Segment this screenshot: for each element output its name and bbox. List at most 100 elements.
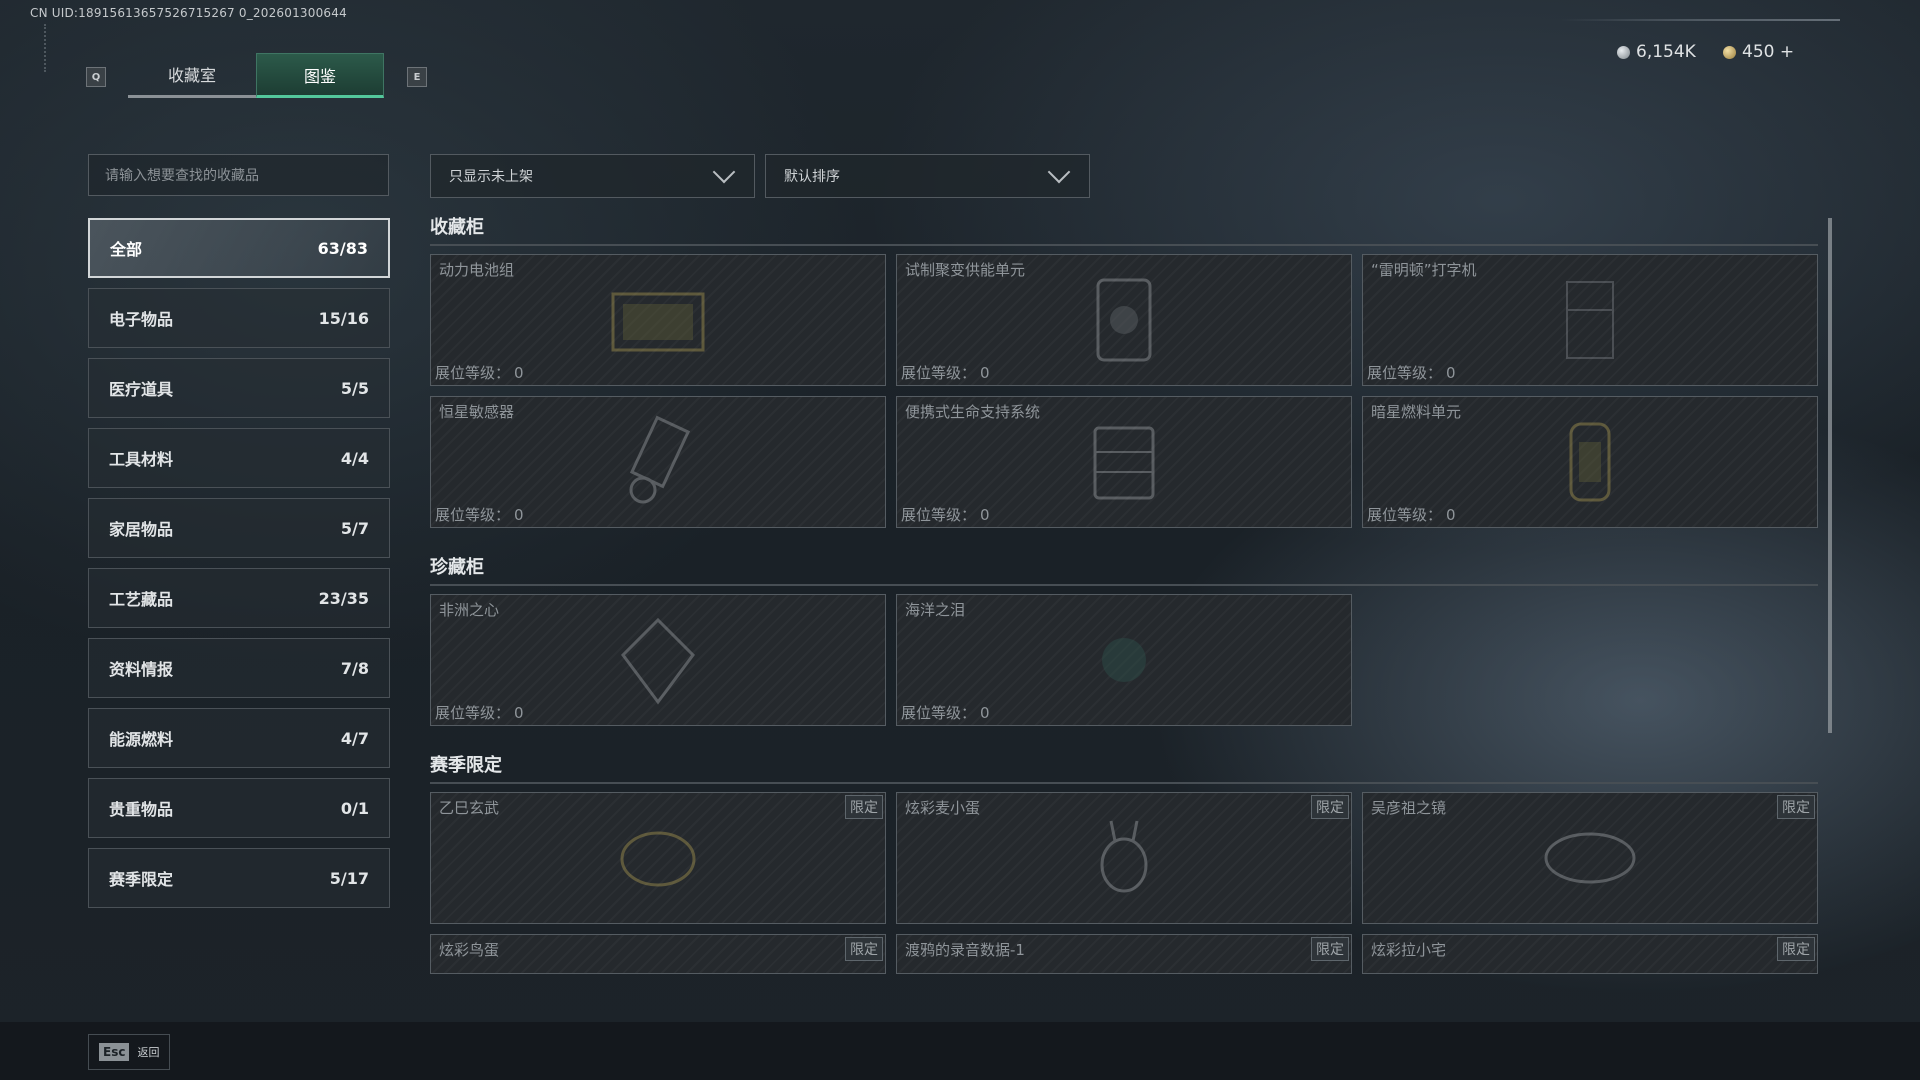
typewriter-icon: [1566, 281, 1614, 359]
item-card[interactable]: “雷明顿”打字机 展位等级： 0: [1362, 254, 1818, 386]
category-valuables[interactable]: 贵重物品 0/1: [88, 778, 390, 838]
item-card[interactable]: 海洋之泪 展位等级： 0: [896, 594, 1352, 726]
mirror-icon: [1544, 832, 1636, 884]
category-count: 7/8: [340, 658, 369, 678]
item-name: 恒星敏感器: [439, 403, 515, 421]
section-title: 赛季限定: [430, 752, 1818, 784]
category-label: 全部: [110, 240, 143, 259]
sort-dropdown-label: 默认排序: [784, 169, 840, 185]
category-count: 5/17: [329, 868, 369, 888]
category-label: 资料情报: [109, 660, 174, 679]
item-level-value: 0: [514, 364, 524, 382]
item-name: 乙巳玄武: [439, 799, 500, 817]
collection-content: 收藏柜 动力电池组 展位等级： 0 试制聚变供能单元 展位等级： 0 “雷明顿”打字…: [430, 214, 1820, 980]
treasure-grid: 非洲之心 展位等级： 0 海洋之泪 展位等级： 0: [430, 594, 1820, 726]
tab-collection-room[interactable]: 收藏室: [128, 53, 256, 98]
silver-coin-icon: [1617, 45, 1630, 59]
footer-bar: [0, 1022, 1920, 1080]
item-level-label: 展位等级：: [435, 704, 511, 722]
tab-prev-key-hint: Q: [86, 67, 106, 87]
item-card[interactable]: 非洲之心 展位等级： 0: [430, 594, 886, 726]
item-card[interactable]: 动力电池组 展位等级： 0: [430, 254, 886, 386]
category-label: 贵重物品: [109, 800, 174, 819]
item-level-value: 0: [1446, 506, 1456, 524]
item-card[interactable]: 便携式生命支持系统 展位等级： 0: [896, 396, 1352, 528]
category-label: 医疗道具: [109, 380, 174, 399]
tab-catalog[interactable]: 图鉴: [256, 53, 384, 98]
gem-icon: [1102, 638, 1146, 682]
section-title: 珍藏柜: [430, 554, 1818, 586]
item-name: 海洋之泪: [905, 601, 966, 619]
item-card[interactable]: 渡鸦的录音数据-1 限定: [896, 934, 1352, 974]
category-label: 工艺藏品: [109, 590, 174, 609]
category-intel[interactable]: 资料情报 7/8: [88, 638, 390, 698]
category-crafts[interactable]: 工艺藏品 23/35: [88, 568, 390, 628]
category-tools[interactable]: 工具材料 4/4: [88, 428, 390, 488]
diamond-icon: [621, 617, 695, 705]
category-electronics[interactable]: 电子物品 15/16: [88, 288, 390, 348]
item-level: 展位等级： 0: [435, 702, 524, 723]
item-name: 渡鸦的录音数据-1: [905, 941, 1025, 959]
category-label: 电子物品: [109, 310, 174, 329]
item-card[interactable]: 炫彩鸟蛋 限定: [430, 934, 886, 974]
category-count: 23/35: [318, 588, 369, 608]
item-card[interactable]: 暗星燃料单元 展位等级： 0: [1362, 396, 1818, 528]
item-level-label: 展位等级：: [901, 506, 977, 524]
item-level: 展位等级： 0: [901, 504, 990, 525]
item-level: 展位等级： 0: [901, 362, 990, 383]
item-level-label: 展位等级：: [901, 704, 977, 722]
silver-amount: 6,154K: [1636, 42, 1696, 62]
item-level-label: 展位等级：: [435, 506, 511, 524]
item-card[interactable]: 吴彦祖之镜 限定: [1362, 792, 1818, 924]
item-level: 展位等级： 0: [1367, 504, 1456, 525]
top-tabs: 收藏室 图鉴: [128, 53, 384, 98]
item-level-label: 展位等级：: [1367, 506, 1443, 524]
item-level: 展位等级： 0: [1367, 362, 1456, 383]
item-level-label: 展位等级：: [435, 364, 511, 382]
category-all[interactable]: 全部 63/83: [88, 218, 390, 278]
gold-coin-icon: [1723, 45, 1736, 59]
back-button[interactable]: Esc 返回: [88, 1034, 170, 1070]
fusion-unit-icon: [1096, 278, 1152, 362]
item-name: 非洲之心: [439, 601, 500, 619]
item-level-label: 展位等级：: [1367, 364, 1443, 382]
item-level-value: 0: [980, 364, 990, 382]
item-card[interactable]: 炫彩拉小宅 限定: [1362, 934, 1818, 974]
category-label: 赛季限定: [109, 870, 174, 889]
currency-gold[interactable]: 450 +: [1723, 42, 1794, 62]
item-level-value: 0: [514, 506, 524, 524]
decorative-line: [1560, 19, 1840, 21]
section-title: 收藏柜: [430, 214, 1818, 246]
item-name: 暗星燃料单元: [1371, 403, 1462, 421]
search-input[interactable]: 请输入想要查找的收藏品: [88, 154, 389, 196]
category-season-limited[interactable]: 赛季限定 5/17: [88, 848, 390, 908]
sort-dropdown[interactable]: 默认排序: [765, 154, 1090, 198]
chevron-down-icon: [712, 160, 736, 184]
item-card[interactable]: 乙巳玄武 限定: [430, 792, 886, 924]
gold-amount: 450 +: [1742, 42, 1795, 62]
limited-badge: 限定: [1311, 937, 1349, 961]
item-name: “雷明顿”打字机: [1371, 261, 1477, 279]
filter-dropdown[interactable]: 只显示未上架: [430, 154, 755, 198]
category-household[interactable]: 家居物品 5/7: [88, 498, 390, 558]
category-count: 15/16: [318, 308, 369, 328]
item-name: 吴彦祖之镜: [1371, 799, 1447, 817]
limited-badge: 限定: [1777, 795, 1815, 819]
filter-dropdown-label: 只显示未上架: [449, 169, 533, 185]
player-uid: CN UID:18915613657526715267 0_2026013006…: [30, 6, 347, 20]
item-name: 试制聚变供能单元: [905, 261, 1026, 279]
currency-silver: 6,154K: [1617, 42, 1696, 62]
category-label: 家居物品: [109, 520, 174, 539]
item-card[interactable]: 试制聚变供能单元 展位等级： 0: [896, 254, 1352, 386]
item-card[interactable]: 炫彩麦小蛋 限定: [896, 792, 1352, 924]
season-grid-row-2: 炫彩鸟蛋 限定 渡鸦的录音数据-1 限定 炫彩拉小宅 限定: [430, 934, 1820, 974]
item-card[interactable]: 恒星敏感器 展位等级： 0: [430, 396, 886, 528]
chevron-down-icon: [1047, 160, 1071, 184]
item-name: 便携式生命支持系统: [905, 403, 1041, 421]
limited-badge: 限定: [845, 795, 883, 819]
category-medical[interactable]: 医疗道具 5/5: [88, 358, 390, 418]
tab-next-key-hint: E: [407, 67, 427, 87]
item-name: 炫彩麦小蛋: [905, 799, 981, 817]
content-scrollbar[interactable]: [1828, 218, 1832, 733]
category-energy[interactable]: 能源燃料 4/7: [88, 708, 390, 768]
